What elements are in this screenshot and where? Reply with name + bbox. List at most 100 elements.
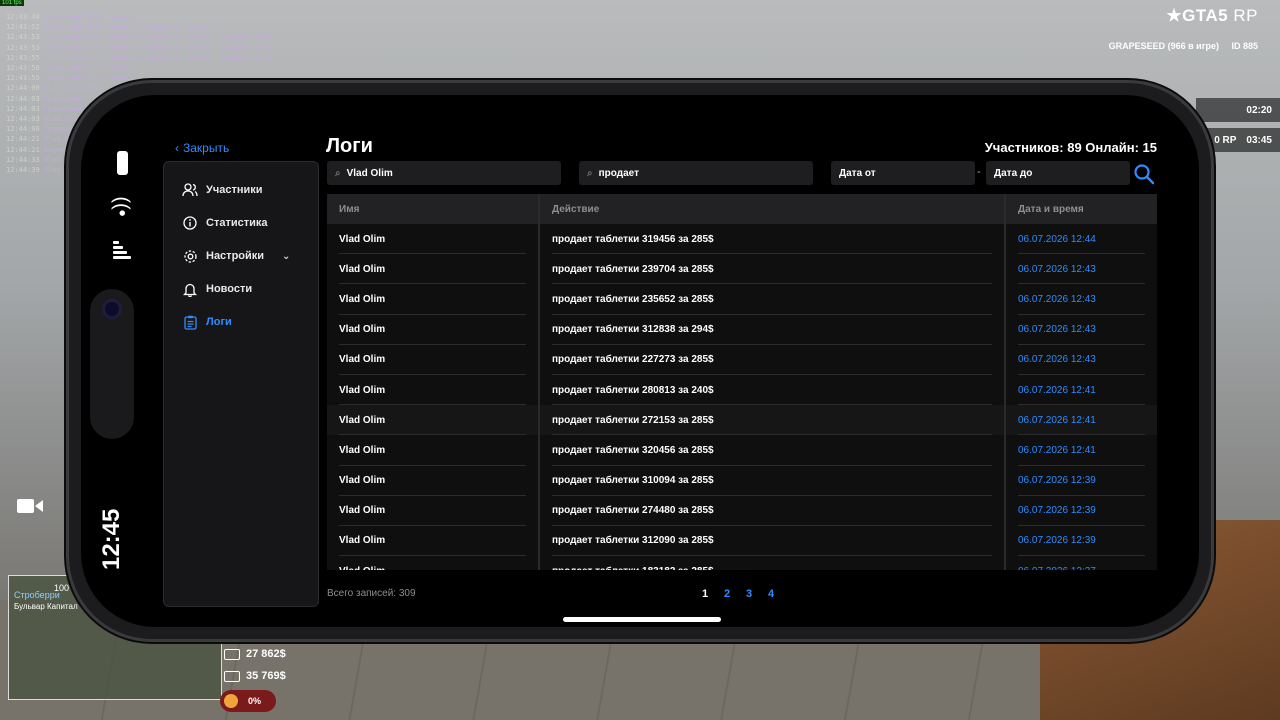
cell-datetime: 06.07.2026 12:41 xyxy=(1006,375,1157,406)
chat-timestamp: 12:43:48 xyxy=(6,13,40,21)
table-row[interactable]: Vlad Olim продает таблетки 312090 за 285$… xyxy=(327,525,1157,557)
info-icon xyxy=(182,215,198,231)
table-body: Vlad Olim продает таблетки 319456 за 285$… xyxy=(327,224,1157,570)
chat-message: Гражданин(855) сказал xyxy=(43,74,133,83)
column-header-datetime[interactable]: Дата и время xyxy=(1006,194,1157,224)
chat-timestamp: 12:44:00 xyxy=(6,84,40,93)
minimap-level: 100 xyxy=(54,583,70,593)
chat-timestamp: 12:44:21 xyxy=(6,135,40,144)
cell-action: продает таблетки 239704 за 285$ xyxy=(540,254,1006,285)
chat-message: Гражданин(855) начинает проводить осмотр xyxy=(43,23,213,32)
chat-message: Гражданин xyxy=(43,94,82,103)
cell-action: продает таблетки 320456 за 285$ xyxy=(540,435,1006,466)
date-from-placeholder: Дата от xyxy=(839,167,876,179)
close-button-label: Закрыть xyxy=(183,141,230,155)
name-filter-input[interactable]: ⌕ Vlad Olim xyxy=(327,161,561,185)
sidebar-item-news[interactable]: Новости xyxy=(182,279,252,299)
chat-line: 12:43:52 Гражданин(855) начинает проводит… xyxy=(6,22,306,32)
sidebar-item-settings[interactable]: Настройки ⌄ xyxy=(182,246,290,266)
table-header: Имя Действие Дата и время xyxy=(327,194,1157,224)
cell-datetime: 06.07.2026 12:43 xyxy=(1006,315,1157,345)
page-link-1[interactable]: 1 xyxy=(701,588,709,600)
date-to-placeholder: Дата до xyxy=(994,167,1033,179)
cash-amount: 27 862$ xyxy=(246,648,286,660)
sidebar-item-label: Статистика xyxy=(206,217,268,229)
cash-icon xyxy=(224,648,240,660)
column-header-name[interactable]: Имя xyxy=(327,194,540,224)
table-row[interactable]: Vlad Olimпродает таблетки 183182 за 285$… xyxy=(327,556,1157,570)
cell-name: Vlad Olim xyxy=(327,435,540,466)
cell-name: Vlad Olim xyxy=(327,405,540,436)
search-button-icon[interactable] xyxy=(1133,163,1155,185)
chat-timestamp: 12:43:55 xyxy=(6,53,40,62)
wifi-icon: ((• xyxy=(110,196,133,217)
page-link-4[interactable]: 4 xyxy=(767,588,775,600)
table-row[interactable]: Vlad Olim продает таблетки 312838 за 294$… xyxy=(327,314,1157,345)
cell-datetime: 06.07.2026 12:37 xyxy=(1006,556,1157,570)
chat-line: 12:43:53 Гражданин(855) начинает проводит… xyxy=(6,32,306,42)
minimap-street: Бульвар Капитал xyxy=(14,602,78,611)
cell-action: продает таблетки 280813 за 240$ xyxy=(540,374,1006,406)
table-row[interactable]: Vlad Olim продает таблетки 310094 за 285$… xyxy=(327,465,1157,496)
cell-name: Vlad Olim xyxy=(327,556,540,570)
page-link-3[interactable]: 3 xyxy=(745,588,753,600)
action-filter-input[interactable]: ⌕ продает xyxy=(579,161,813,185)
chat-timestamp: 12:44:03 xyxy=(6,104,40,113)
cell-name: Vlad Olim xyxy=(327,314,540,345)
home-indicator[interactable] xyxy=(563,617,721,622)
timer-2: 03:45 xyxy=(1246,134,1272,146)
status-column: ((• 12:45 xyxy=(81,95,171,627)
members-stats: Участников: 89 Онлайн: 15 xyxy=(984,140,1157,155)
table-row[interactable]: Vlad Olim продает таблетки 227273 за 285$… xyxy=(327,344,1157,376)
table-row[interactable]: Vlad Olim продает таблетки 239704 за 285$… xyxy=(327,254,1157,285)
cell-name: Vlad Olim xyxy=(327,495,540,527)
date-range-dash: - xyxy=(977,166,981,178)
cell-action: продает таблетки 319456 за 285$ xyxy=(540,224,1006,255)
date-from-input[interactable]: Дата от xyxy=(831,161,975,185)
page-title: Логи xyxy=(326,135,373,157)
fps-counter: 101 fps xyxy=(0,0,24,6)
cell-datetime: 06.07.2026 12:39 xyxy=(1006,496,1157,527)
cell-name: Vlad Olim xyxy=(327,465,540,496)
sidebar-item-label: Логи xyxy=(206,316,232,328)
chat-message: Гражданин(855) сказал: ... xyxy=(43,13,154,21)
cell-datetime: 06.07.2026 12:44 xyxy=(1006,224,1157,255)
close-button[interactable]: ‹ Закрыть xyxy=(175,141,229,155)
sidebar-item-logs[interactable]: Логи xyxy=(182,312,232,332)
users-icon xyxy=(182,182,198,198)
bell-icon xyxy=(182,281,198,297)
sidebar-item-stats[interactable]: Статистика xyxy=(182,213,268,233)
dynamic-island xyxy=(90,289,134,439)
table-row[interactable]: Vlad Olim продает таблетки 235652 за 285$… xyxy=(327,284,1157,315)
chevron-left-icon: ‹ xyxy=(175,141,179,155)
chevron-down-icon[interactable]: ⌄ xyxy=(282,251,290,262)
logo-rp-text: RP xyxy=(1233,6,1258,25)
sidebar-item-members[interactable]: Участники xyxy=(182,180,263,200)
gta5rp-logo: ★GTA5 RP xyxy=(1166,6,1258,25)
cell-datetime: 06.07.2026 12:39 xyxy=(1006,466,1157,496)
date-to-input[interactable]: Дата до xyxy=(986,161,1130,185)
chat-timestamp: 12:43:59 xyxy=(6,74,40,83)
timer-1: 02:20 xyxy=(1246,104,1272,116)
chat-message: Гражданин xyxy=(43,104,82,113)
cell-datetime: 06.07.2026 12:41 xyxy=(1006,405,1157,436)
cell-action: продает таблетки 227273 за 285$ xyxy=(540,344,1006,376)
chat-message: Гражданин(855) сказал xyxy=(43,64,133,73)
chat-message: Vlad Olim(885) xyxy=(43,84,103,93)
table-row[interactable]: Vlad Olim продает таблетки 319456 за 285$… xyxy=(327,224,1157,255)
table-row[interactable]: Vlad Olim продает таблетки 274480 за 285$… xyxy=(327,495,1157,527)
card-icon xyxy=(224,670,240,682)
table-row[interactable]: Vlad Olim продает таблетки 272153 за 285$… xyxy=(327,405,1157,436)
chat-timestamp: 12:44:03 xyxy=(6,115,40,124)
table-row[interactable]: Vlad Olim продает таблетки 320456 за 285$… xyxy=(327,435,1157,466)
column-header-action[interactable]: Действие xyxy=(540,194,1006,224)
bank-amount: 35 769$ xyxy=(246,670,286,682)
cell-action: продает таблетки 272153 за 285$ xyxy=(540,405,1006,436)
action-filter-value: продает xyxy=(598,167,639,179)
rp-label: 0 RP xyxy=(1214,134,1237,146)
cell-name: Vlad Olim xyxy=(327,284,540,315)
chat-timestamp: 12:44:06 xyxy=(6,125,40,134)
page-link-2[interactable]: 2 xyxy=(723,588,731,600)
table-row[interactable]: Vlad Olim продает таблетки 280813 за 240$… xyxy=(327,374,1157,406)
sidebar-item-label: Настройки xyxy=(206,250,265,262)
